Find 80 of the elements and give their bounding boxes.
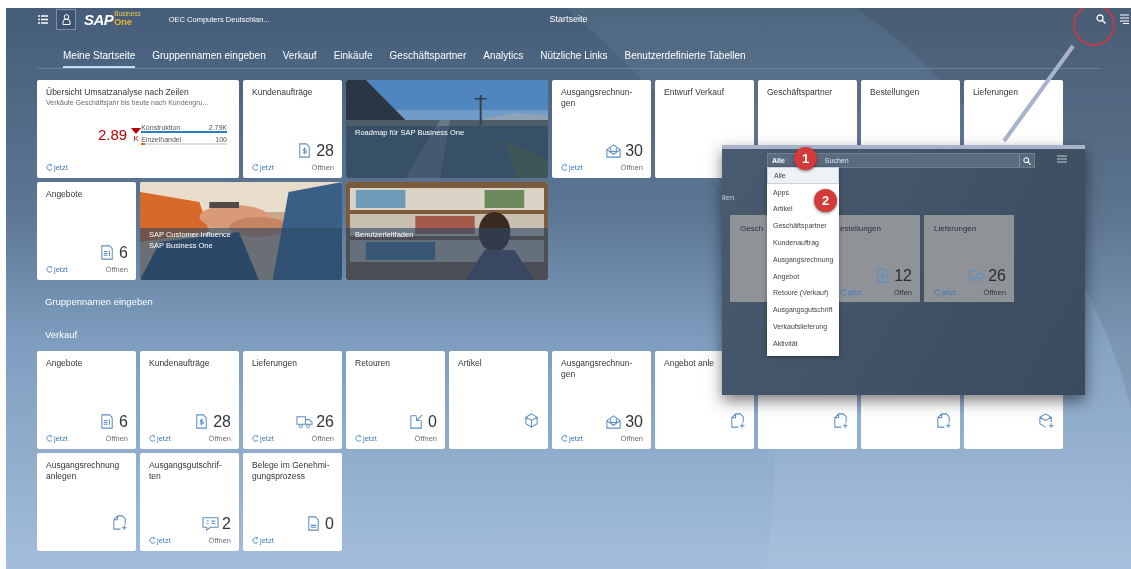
tile-count: 26	[988, 268, 1006, 284]
tab[interactable]: Geschäftspartner	[389, 46, 467, 68]
refresh-icon	[149, 536, 156, 545]
refresh-icon	[561, 163, 568, 172]
tab[interactable]: Einkäufe	[333, 46, 373, 68]
tile-title: Angebot anle	[664, 358, 716, 370]
refresh-icon	[252, 434, 259, 443]
tile-title: Gesch	[740, 224, 764, 235]
tile-title: Kundenaufträge	[252, 87, 314, 99]
document-plus-icon	[729, 412, 746, 429]
tile-title: Lieferungen	[252, 358, 298, 370]
tile-count: 12	[894, 268, 912, 284]
tile-count: 28	[316, 143, 334, 159]
refresh-icon	[252, 163, 259, 172]
tile-title: estellungen	[840, 224, 881, 235]
cube-icon	[523, 412, 540, 429]
tab[interactable]: Nützliche Links	[540, 46, 608, 68]
kpi-value: 2.89	[98, 126, 128, 143]
tile-title: Entwurf Verkauf	[664, 87, 725, 99]
refresh-icon	[934, 288, 941, 297]
tile-count: 6	[119, 414, 128, 430]
tile-count: 28	[213, 414, 231, 430]
tile-count: 30	[625, 143, 643, 159]
refresh-icon	[46, 434, 53, 443]
tile-title: Artikel	[458, 358, 483, 370]
refresh-icon	[46, 163, 53, 172]
envelope-icon	[605, 142, 623, 159]
refresh-icon	[355, 434, 362, 443]
group-title: Gruppennamen eingeben	[45, 296, 154, 307]
tile-title: Ausgangsrechnun-gen	[561, 358, 634, 381]
tile-title: Angebote	[46, 189, 84, 201]
refresh-icon	[252, 536, 259, 545]
tile-title: Ausgangsgutschrif-ten	[149, 460, 223, 483]
launch-tile[interactable]: Artikel	[449, 351, 548, 449]
truck-icon	[296, 413, 314, 430]
refresh-icon	[840, 288, 847, 297]
tile-title: Ausgangsrechnung anlegen	[46, 460, 121, 483]
document-plus-icon	[832, 412, 849, 429]
user-icon	[61, 13, 71, 25]
cube-plus-icon	[1038, 412, 1055, 429]
tile-title: Geschäftspartner	[767, 87, 834, 99]
tab[interactable]: Verkauf	[282, 46, 317, 68]
tile-count: 26	[316, 414, 334, 430]
section-title: llen	[722, 193, 735, 202]
tile-title: Lieferungen	[973, 87, 1019, 99]
tile-title: Bestellungen	[870, 87, 921, 99]
refresh-icon	[46, 265, 53, 274]
tab[interactable]: Benutzerdefinierte Tabellen	[624, 46, 746, 68]
tile-count: 30	[625, 414, 643, 430]
group-title: Verkauf	[45, 329, 79, 340]
tile-count: 0	[325, 516, 334, 532]
speech-bubble-icon	[202, 515, 220, 532]
tile-count: 0	[428, 414, 437, 430]
search-icon	[1023, 156, 1031, 165]
launch-tile[interactable]: Ausgangsrechnung anlegen	[37, 453, 136, 551]
step-badge: 1	[794, 147, 817, 170]
tab[interactable]: Analytics	[483, 46, 524, 68]
search-button[interactable]	[1019, 154, 1034, 167]
tile-title: Ausgangsrechnun-gen	[561, 87, 634, 110]
page-title: Startseite	[549, 14, 588, 24]
search-icon[interactable]	[1096, 14, 1106, 24]
tab[interactable]: Meine Startseite	[63, 46, 136, 68]
tile-title: Übersicht Umsatzanalyse nach Zeilen	[46, 87, 190, 99]
document-plus-icon	[935, 412, 952, 429]
tile-title: Retouren	[355, 358, 391, 370]
tile-count: 2	[222, 516, 231, 532]
tile-title: Belege im Genehmi-gungsprozess	[252, 460, 331, 483]
tile-count: 6	[119, 245, 128, 261]
tile-title: Lieferungen	[934, 224, 977, 235]
refresh-icon	[561, 434, 568, 443]
document-plus-icon	[111, 514, 128, 531]
envelope-icon	[605, 413, 623, 430]
tile-title: Angebote	[46, 358, 84, 370]
refresh-icon	[149, 434, 156, 443]
tab[interactable]: Gruppennamen eingeben	[152, 46, 266, 68]
kpi-unit: K	[133, 134, 139, 143]
truck-icon	[968, 267, 986, 284]
trend-down-icon	[131, 128, 142, 134]
tile-title: Kundenaufträge	[149, 358, 211, 370]
user-button[interactable]	[56, 8, 76, 30]
